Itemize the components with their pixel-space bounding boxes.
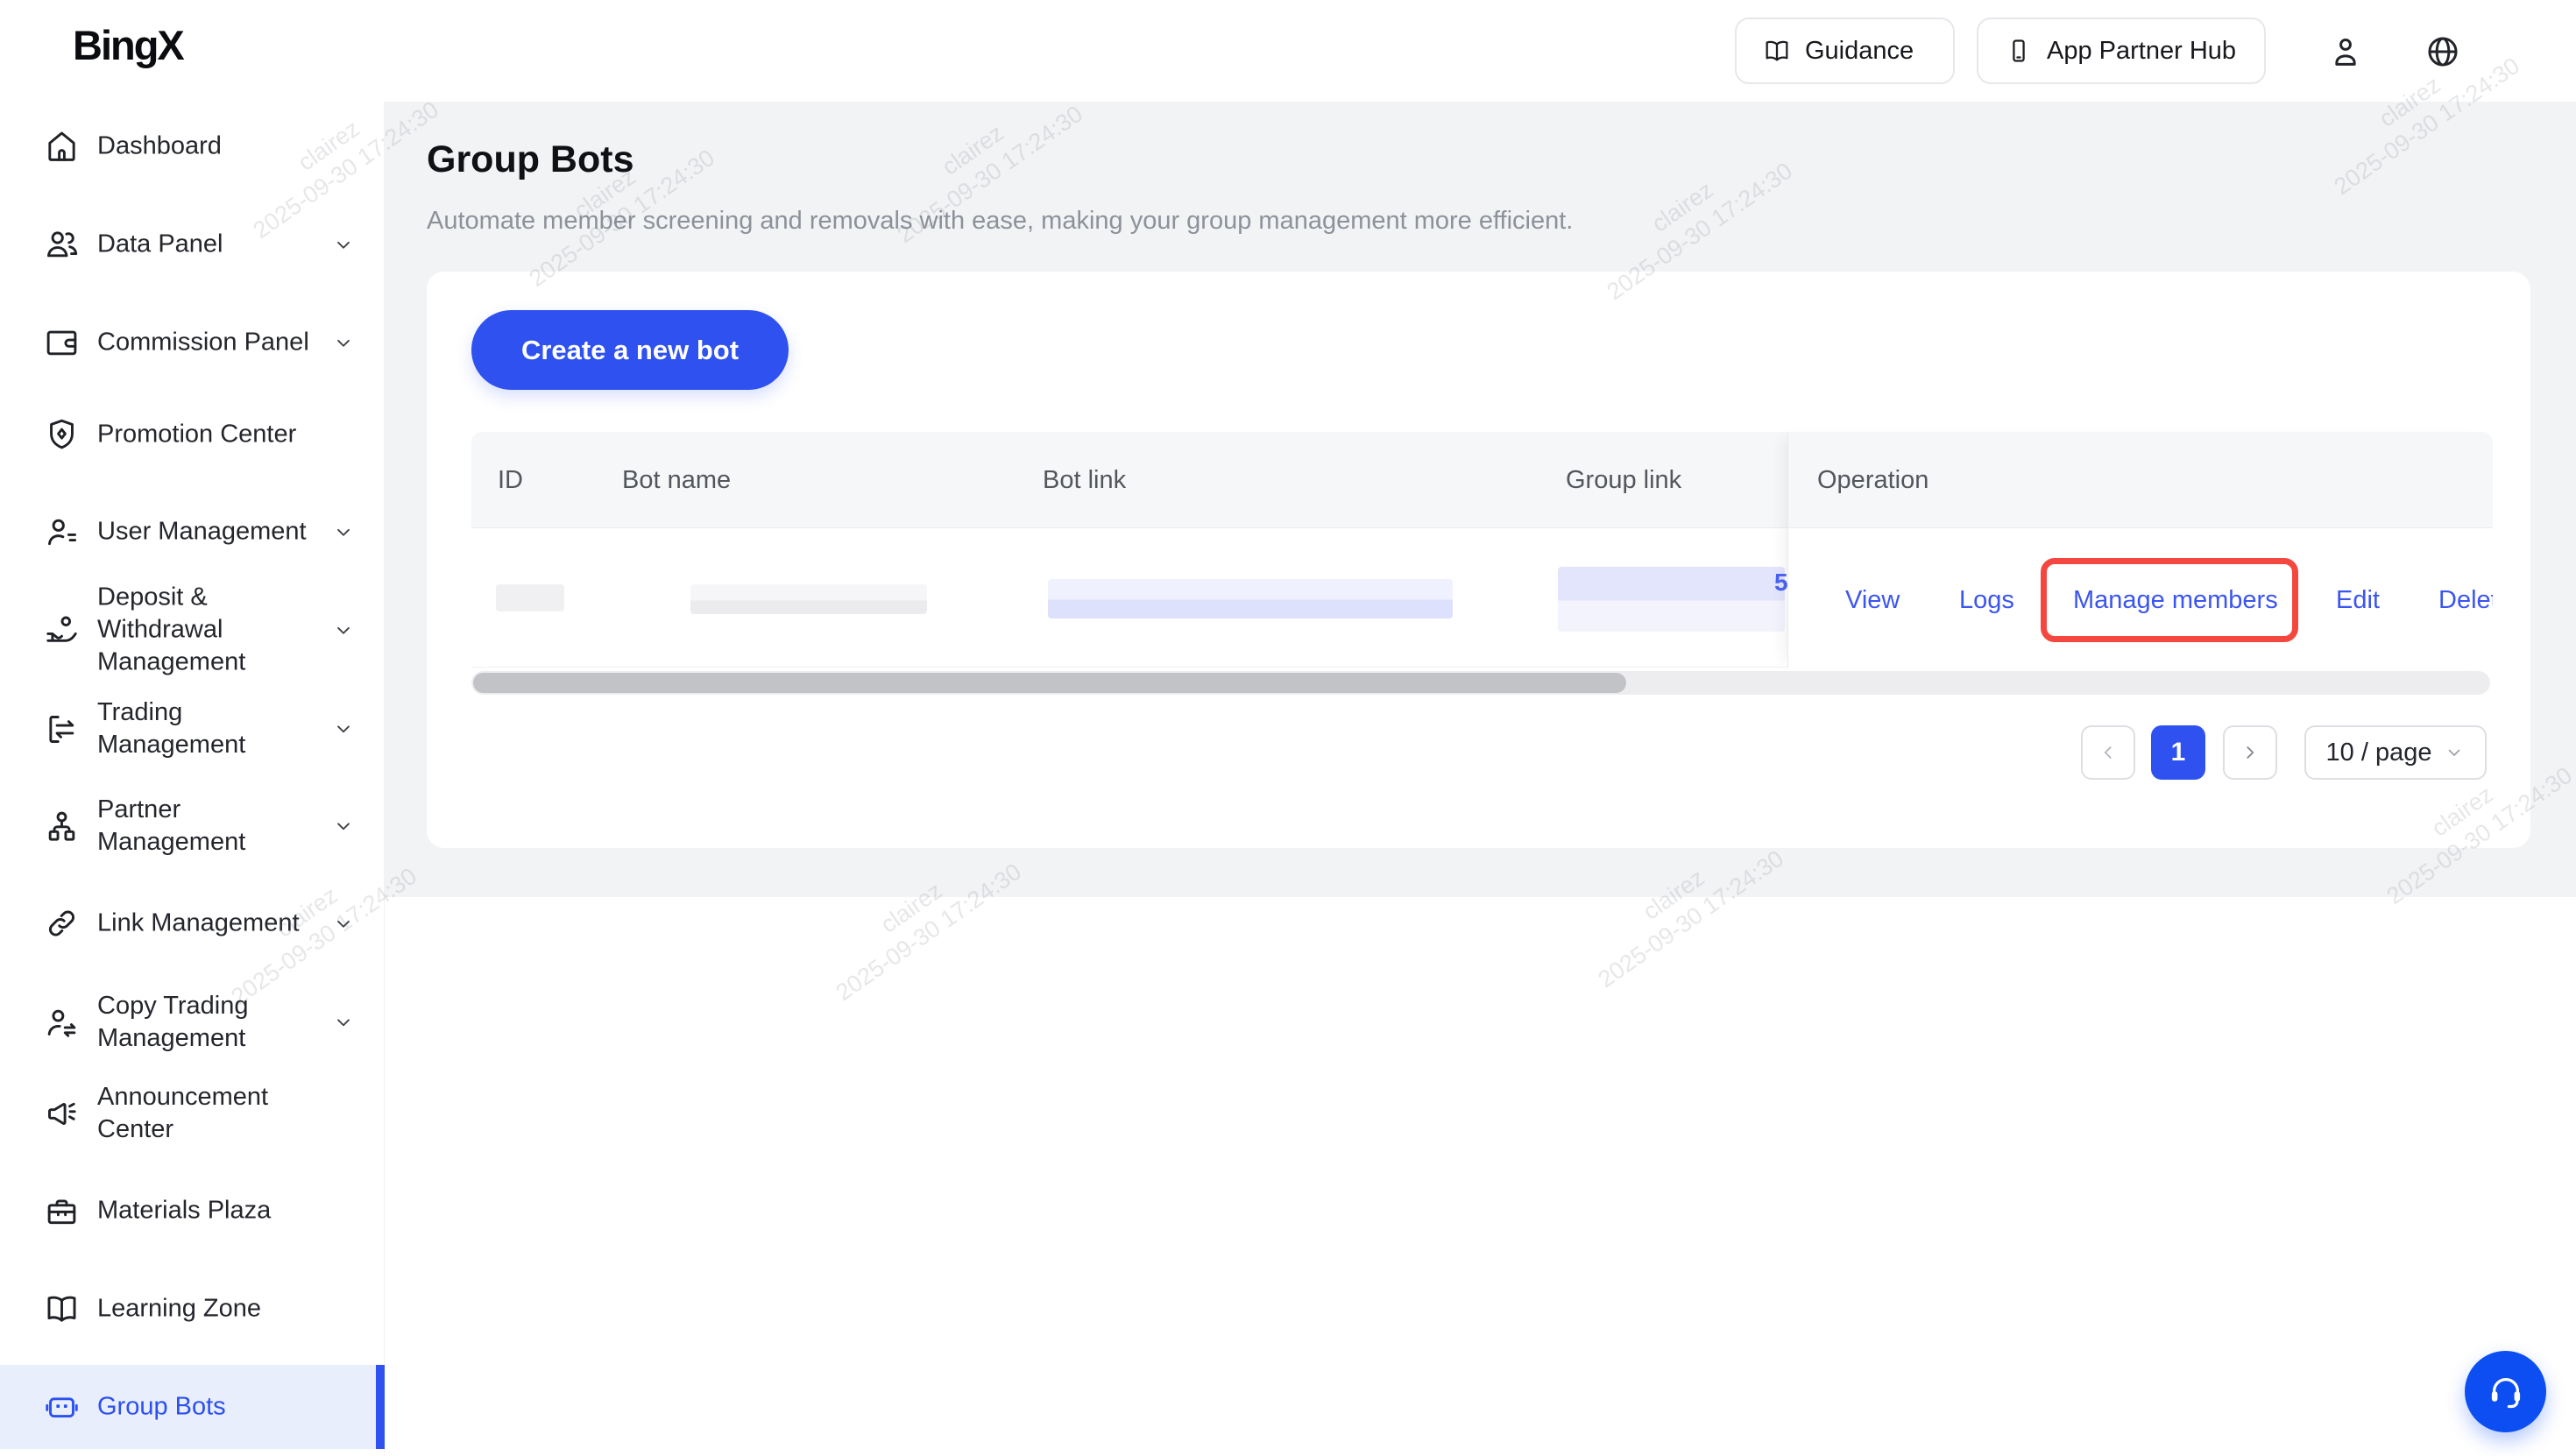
transfer-arrows-icon xyxy=(44,711,80,747)
app-partner-hub-button[interactable]: App Partner Hub xyxy=(1977,18,2266,84)
column-header-bot-name: Bot name xyxy=(622,432,731,528)
hand-coin-icon xyxy=(44,612,80,648)
globe-icon[interactable] xyxy=(2424,33,2461,70)
column-header-bot-link: Bot link xyxy=(1043,432,1126,528)
open-book-icon xyxy=(44,1291,80,1327)
horizontal-scrollbar-track[interactable] xyxy=(471,671,2490,695)
edit-link[interactable]: Edit xyxy=(2336,586,2380,615)
sidebar-item-copy-trading-management[interactable]: Copy Trading Management xyxy=(0,990,385,1055)
redacted-bot-name-cell xyxy=(690,584,927,614)
redacted-bot-link-cell xyxy=(1048,579,1453,618)
page-size-value: 10 / page xyxy=(2326,739,2432,767)
chevron-down-icon xyxy=(332,815,355,838)
page-title: Group Bots xyxy=(427,138,633,181)
sidebar-item-learning-zone[interactable]: Learning Zone xyxy=(0,1291,385,1327)
sidebar-item-promotion-center[interactable]: Promotion Center xyxy=(0,417,385,453)
person-icon[interactable] xyxy=(2327,33,2364,70)
toolbox-icon xyxy=(44,1193,80,1229)
delete-link[interactable]: Delete xyxy=(2438,586,2493,615)
sidebar: Dashboard Data Panel Commission Panel Pr… xyxy=(0,102,385,1456)
page-subtitle: Automate member screening and removals w… xyxy=(427,207,1573,236)
previous-page-button[interactable] xyxy=(2081,725,2135,780)
column-header-group-link: Group link xyxy=(1566,432,1681,528)
chain-link-icon xyxy=(44,906,80,942)
sidebar-item-user-management[interactable]: User Management xyxy=(0,514,385,550)
customer-support-button[interactable] xyxy=(2465,1351,2546,1432)
logs-link[interactable]: Logs xyxy=(1959,586,2014,615)
chevron-down-icon xyxy=(332,717,355,740)
page-size-select[interactable]: 10 / page xyxy=(2304,725,2487,780)
next-page-button[interactable] xyxy=(2223,725,2277,780)
create-new-bot-button[interactable]: Create a new bot xyxy=(471,310,789,390)
home-icon xyxy=(44,129,80,165)
sidebar-item-materials-plaza[interactable]: Materials Plaza xyxy=(0,1193,385,1229)
book-icon xyxy=(1763,37,1791,65)
robot-icon xyxy=(44,1389,80,1425)
chevron-down-icon xyxy=(332,912,355,935)
sidebar-item-dashboard[interactable]: Dashboard xyxy=(0,129,385,165)
current-page-button[interactable]: 1 xyxy=(2151,725,2205,780)
chevron-down-icon xyxy=(332,618,355,641)
org-chart-icon xyxy=(44,809,80,845)
redacted-group-link-cell xyxy=(1558,567,1785,632)
view-link[interactable]: View xyxy=(1845,586,1900,615)
operation-header: Operation xyxy=(1788,432,2493,528)
wallet-icon xyxy=(44,325,80,361)
top-bar: BingX Guidance App Partner Hub xyxy=(0,0,2576,102)
guidance-label: Guidance xyxy=(1805,37,1914,66)
redacted-id-cell xyxy=(496,584,564,611)
megaphone-icon xyxy=(44,1096,80,1132)
sidebar-item-commission-panel[interactable]: Commission Panel xyxy=(0,325,385,361)
bingx-partner-hub-page: { "brand": { "logo": "BingX" }, "topbar"… xyxy=(0,0,2576,1456)
phone-icon xyxy=(2005,37,2033,65)
user-list-icon xyxy=(44,514,80,550)
chevron-left-icon xyxy=(2097,741,2120,764)
sidebar-item-group-bots[interactable]: Group Bots xyxy=(0,1389,385,1425)
group-bots-card: Create a new bot ID Bot name Bot link Gr… xyxy=(427,272,2530,848)
sidebar-item-data-panel[interactable]: Data Panel xyxy=(0,227,385,263)
headset-icon xyxy=(2486,1372,2526,1412)
column-header-operation: Operation xyxy=(1817,432,1928,528)
sidebar-item-link-management[interactable]: Link Management xyxy=(0,906,385,942)
sidebar-item-deposit-withdrawal-management[interactable]: Deposit & Withdrawal Management xyxy=(0,582,385,679)
chevron-down-icon xyxy=(2444,742,2465,763)
chevron-down-icon xyxy=(332,520,355,543)
chevron-right-icon xyxy=(2239,741,2261,764)
chevron-down-icon xyxy=(332,1011,355,1034)
horizontal-scrollbar-thumb[interactable] xyxy=(473,673,1626,693)
chevron-down-icon xyxy=(332,331,355,354)
sidebar-item-partner-management[interactable]: Partner Management xyxy=(0,794,385,859)
sidebar-item-trading-management[interactable]: Trading Management xyxy=(0,696,385,761)
clipped-link-text-fragment: 5 xyxy=(1774,569,1787,595)
column-header-id: ID xyxy=(498,432,523,528)
guidance-button[interactable]: Guidance xyxy=(1735,18,1955,84)
user-swap-icon xyxy=(44,1005,80,1041)
sidebar-item-announcement-center[interactable]: Announcement Center xyxy=(0,1081,385,1146)
bingx-logo: BingX xyxy=(73,21,183,69)
users-icon xyxy=(44,227,80,263)
shield-diamond-icon xyxy=(44,417,80,453)
chevron-down-icon xyxy=(332,233,355,256)
manage-members-highlight-box xyxy=(2041,558,2298,642)
operation-sticky-panel: Operation View Logs Manage members Edit … xyxy=(1787,432,2493,668)
app-partner-hub-label: App Partner Hub xyxy=(2047,37,2236,66)
